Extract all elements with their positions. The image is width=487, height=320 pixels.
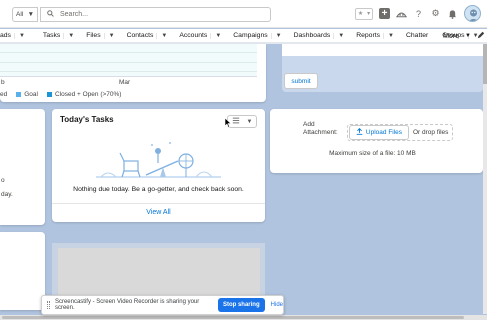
drag-handle-icon[interactable] [47, 301, 50, 309]
legend-label: ed [0, 91, 8, 98]
form-submit-area: submit [282, 44, 483, 92]
empty-state-illustration [96, 139, 221, 183]
nav-item-leads[interactable]: ads ▼ [0, 32, 33, 39]
vertical-scrollbar[interactable] [483, 44, 487, 314]
nav-item-label: Reports [356, 32, 381, 39]
left-card-text: day. [1, 191, 13, 198]
search-icon [47, 10, 54, 19]
legend-item: Goal [16, 91, 38, 98]
stop-sharing-button[interactable]: Stop sharing [217, 298, 265, 312]
trailhead-icon[interactable] [396, 8, 407, 19]
nav-item-campaigns[interactable]: Campaigns ▼ [229, 32, 289, 39]
nav-item-dashboards[interactable]: Dashboards ▼ [290, 32, 353, 39]
chart-x-tick-label: b [1, 79, 5, 86]
vertical-scrollbar-thumb[interactable] [483, 44, 487, 84]
horizontal-scrollbar-thumb[interactable] [2, 316, 464, 319]
todays-tasks-card: Today's Tasks ▼ Nothing due today. Be a … [52, 109, 265, 222]
nav-item-reports[interactable]: Reports ▼ [352, 32, 402, 39]
chevron-down-icon[interactable]: ▼ [63, 32, 74, 39]
nav-item-files[interactable]: Files ▼ [82, 32, 122, 39]
app-navigation-bar: ads ▼ Tasks ▼ Files ▼ Contacts ▼ Account… [0, 29, 487, 44]
chevron-down-icon[interactable]: ▼ [13, 32, 25, 39]
chevron-down-icon: ▼ [27, 11, 34, 18]
chevron-down-icon[interactable]: ▼ [210, 32, 221, 39]
edit-nav-icon[interactable] [477, 31, 485, 41]
chart-plot-area [0, 44, 257, 77]
hide-button[interactable]: Hide [271, 302, 283, 308]
drop-files-label: Or drop files [413, 129, 449, 136]
chevron-down-icon: ▾ [367, 11, 371, 17]
global-search-input[interactable]: Search... [40, 7, 271, 22]
add-attachment-label-2: Attachment: [303, 129, 338, 136]
upload-icon [356, 128, 363, 137]
bell-icon[interactable] [447, 8, 458, 19]
empty-state-message: Nothing due today. Be a go-getter, and c… [73, 186, 244, 193]
nav-item-label: Dashboards [293, 32, 331, 39]
left-card-fragment: o day. [0, 109, 45, 225]
nav-item-label: Files [86, 32, 101, 39]
chevron-down-icon: ▼ [246, 118, 253, 125]
card-divider [52, 203, 265, 204]
favorites-button[interactable]: ★ ▾ [355, 7, 373, 20]
chevron-down-icon[interactable]: ▼ [156, 32, 167, 39]
attachment-card: Add Attachment: Upload Files Or drop fil… [270, 109, 483, 173]
card-title: Today's Tasks [60, 115, 114, 124]
chevron-down-icon[interactable]: ▼ [383, 32, 394, 39]
filter-icon [232, 117, 240, 126]
nav-item-contacts[interactable]: Contacts ▼ [123, 32, 176, 39]
user-avatar[interactable] [464, 5, 481, 22]
screen-share-message: Screencastify - Screen Video Recorder is… [54, 299, 200, 311]
nav-item-label: ads [0, 32, 11, 39]
global-actions-button[interactable]: + [379, 8, 390, 19]
file-drop-zone[interactable]: Upload Files Or drop files [347, 124, 453, 141]
view-all-link[interactable]: View All [52, 209, 265, 216]
upload-files-label: Upload Files [365, 129, 403, 136]
legend-item: ed [0, 91, 7, 98]
chart-gridline [0, 71, 257, 72]
left-card-fragment-2 [0, 232, 45, 310]
chart-gridline [0, 62, 257, 63]
nav-item-tasks[interactable]: Tasks ▼ [33, 32, 82, 39]
max-file-size-text: Maximum size of a file: 10 MB [329, 150, 416, 157]
legend-item: Closed + Open (>70%) [46, 91, 122, 98]
nav-item-label: Tasks [42, 32, 61, 39]
add-attachment-label: Add [303, 121, 315, 128]
gear-icon[interactable]: ⚙ [430, 8, 441, 19]
legend-label: Closed + Open (>70%) [54, 91, 122, 98]
chart-gridline [0, 52, 257, 53]
legend-label: Goal [24, 91, 38, 98]
submit-button[interactable]: submit [284, 73, 318, 89]
form-bottom-edge [282, 44, 483, 56]
chevron-down-icon[interactable]: ▼ [270, 32, 282, 39]
screen-share-notification: Screencastify - Screen Video Recorder is… [41, 295, 284, 315]
chevron-down-icon[interactable]: ▼ [333, 32, 344, 39]
search-scope-select[interactable]: All ▼ [12, 7, 38, 22]
global-header: All ▼ Search... ★ ▾ + ? ⚙ [0, 0, 487, 28]
nav-item-chatter[interactable]: Chatter [402, 32, 436, 39]
chevron-down-icon[interactable]: ▼ [103, 32, 115, 39]
nav-item-label: Accounts [179, 32, 208, 39]
nav-item-accounts[interactable]: Accounts ▼ [175, 32, 229, 39]
chart-x-tick-label: Mar [119, 79, 131, 86]
help-icon[interactable]: ? [413, 8, 424, 19]
chart-card-fragment: b Mar ed Goal Closed + Open (>70%) [0, 44, 266, 102]
chart-legend: ed Goal Closed + Open (>70%) [0, 91, 121, 98]
legend-swatch [46, 91, 52, 97]
mouse-cursor-icon [224, 117, 232, 130]
left-card-text: o [1, 177, 5, 184]
nav-item-label: Campaigns [233, 32, 268, 39]
search-scope-label: All [16, 11, 24, 18]
nav-more-button[interactable]: More [443, 33, 459, 40]
legend-swatch [16, 91, 22, 97]
nav-item-label: Contacts [126, 32, 154, 39]
chevron-down-icon[interactable]: ▼ [465, 33, 471, 39]
nav-item-label: Chatter [405, 32, 429, 39]
search-placeholder: Search... [60, 11, 89, 18]
upload-files-button[interactable]: Upload Files [349, 125, 409, 140]
star-icon: ★ [357, 11, 364, 17]
